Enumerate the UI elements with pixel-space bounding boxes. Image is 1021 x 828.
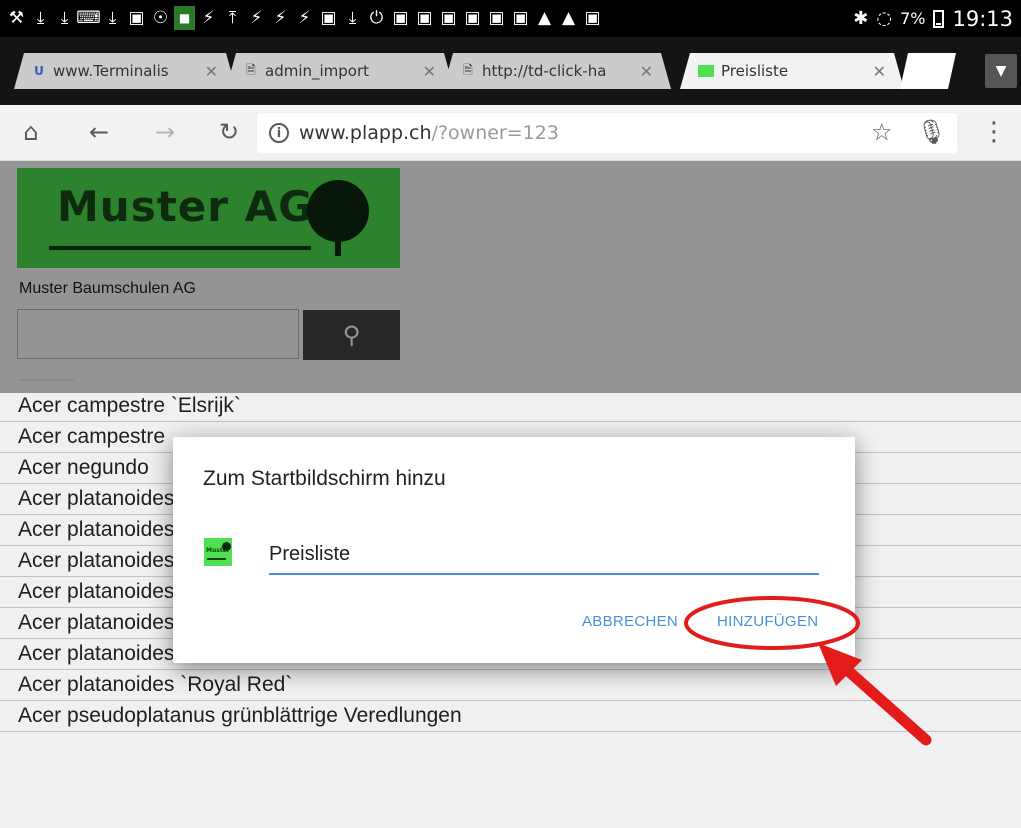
bag-icon: ▣	[464, 8, 481, 28]
warning-icon: ▲	[561, 8, 576, 28]
tab-title: www.Terminalis	[53, 62, 169, 80]
favicon-line	[207, 558, 226, 560]
site-favicon-icon: Muster	[204, 538, 232, 566]
warning-icon: ▲	[537, 8, 552, 28]
battery-icon	[933, 9, 945, 28]
bag-icon: ▣	[440, 8, 457, 28]
tab-terminalis[interactable]: U www.Terminalis ✕	[14, 53, 236, 89]
wrench-icon: ⚒	[8, 8, 25, 28]
cancel-button[interactable]: ABBRECHEN	[582, 613, 678, 630]
power-icon: ⏻	[369, 8, 384, 28]
clock: 19:13	[952, 6, 1013, 31]
microphone-icon[interactable]: 🎙	[917, 118, 947, 146]
info-icon[interactable]: i	[269, 123, 289, 143]
url-host: www.plapp.ch	[299, 122, 432, 144]
shortcut-name-input[interactable]	[269, 535, 819, 575]
back-icon[interactable]: ←	[80, 113, 118, 151]
bag-icon: ▣	[488, 8, 505, 28]
muster-favicon-icon	[698, 65, 714, 77]
list-item[interactable]: Acer pseudoplatanus grünblättrige Veredl…	[0, 701, 1021, 732]
document-icon: 🗎	[246, 62, 256, 77]
tab-td-click[interactable]: 🗎 http://td-click-ha ✕	[443, 53, 671, 89]
image-icon: ▣	[128, 8, 145, 28]
bag-icon: ▣	[512, 8, 529, 28]
document-icon: 🗎	[463, 62, 473, 77]
bag-icon: ▣	[584, 8, 601, 28]
dialog-scrim	[0, 161, 1021, 393]
tab-title: admin_import	[265, 62, 370, 80]
new-tab-button[interactable]	[900, 53, 956, 89]
tab-preisliste[interactable]: Preisliste ✕	[680, 53, 904, 89]
bolt-icon: ⚡	[274, 8, 287, 28]
bolt-icon: ⚡	[202, 8, 215, 28]
wifi-icon: ◌	[876, 8, 893, 29]
close-icon[interactable]: ✕	[423, 62, 436, 81]
close-icon[interactable]: ✕	[205, 62, 218, 81]
close-icon[interactable]: ✕	[640, 62, 653, 81]
download-icon: ⤓	[36, 8, 45, 28]
download-icon: ⤓	[348, 8, 357, 28]
star-icon[interactable]: ☆	[871, 118, 893, 146]
tab-strip: U www.Terminalis ✕ 🗎 admin_import ✕ 🗎 ht…	[0, 37, 1021, 105]
url-path: /?owner=123	[431, 122, 559, 144]
bluetooth-icon: ✱	[853, 8, 869, 29]
browser-toolbar: ⌂ ← → ↻ i www.plapp.ch/?owner=123 ☆ 🎙 ⋮	[0, 105, 1021, 161]
bolt-icon: ⚡	[298, 8, 311, 28]
list-item[interactable]: Acer campestre `Elsrijk`	[0, 391, 1021, 422]
upload-icon: ⤒	[228, 8, 237, 28]
menu-icon[interactable]: ⋮	[975, 113, 1013, 151]
battery-percent: 7%	[900, 9, 926, 28]
keyboard-icon: ⌨	[76, 8, 101, 28]
app-icon: ■	[174, 6, 195, 30]
close-icon[interactable]: ✕	[873, 62, 886, 81]
image-icon: ▣	[320, 8, 337, 28]
reload-icon[interactable]: ↻	[210, 113, 248, 151]
home-icon[interactable]: ⌂	[12, 113, 50, 151]
bolt-icon: ⚡	[250, 8, 263, 28]
tab-title: Preisliste	[721, 62, 789, 80]
download-icon: ⤓	[108, 8, 117, 28]
tab-admin-import[interactable]: 🗎 admin_import ✕	[226, 53, 454, 89]
incognito-icon[interactable]: ▼	[985, 54, 1017, 88]
notification-icons: ⚒ ⤓ ⤓ ⌨ ⤓ ▣ ☉ ■ ⚡ ⤒ ⚡ ⚡ ⚡ ▣ ⤓ ⏻ ▣ ▣ ▣ ▣ …	[6, 6, 603, 30]
status-bar: ⚒ ⤓ ⤓ ⌨ ⤓ ▣ ☉ ■ ⚡ ⤒ ⚡ ⚡ ⚡ ▣ ⤓ ⏻ ▣ ▣ ▣ ▣ …	[0, 0, 1021, 37]
system-status: ✱ ◌ 7% 19:13	[853, 0, 1013, 37]
address-bar[interactable]: i www.plapp.ch/?owner=123 ☆ 🎙	[257, 113, 957, 153]
tab-title: http://td-click-ha	[482, 62, 607, 80]
forward-icon[interactable]: →	[146, 113, 184, 151]
download-icon: ⤓	[60, 8, 69, 28]
list-item[interactable]: Acer platanoides `Royal Red`	[0, 670, 1021, 701]
add-button[interactable]: HINZUFÜGEN	[717, 613, 818, 630]
dialog-title: Zum Startbildschirm hinzu	[203, 467, 446, 490]
u-favicon-icon: U	[34, 64, 44, 78]
usb-icon: ☉	[152, 8, 169, 28]
add-to-homescreen-dialog: Zum Startbildschirm hinzu Muster ABBRECH…	[173, 437, 855, 663]
bag-icon: ▣	[416, 8, 433, 28]
bag-icon: ▣	[392, 8, 409, 28]
favicon-tree	[222, 542, 231, 551]
